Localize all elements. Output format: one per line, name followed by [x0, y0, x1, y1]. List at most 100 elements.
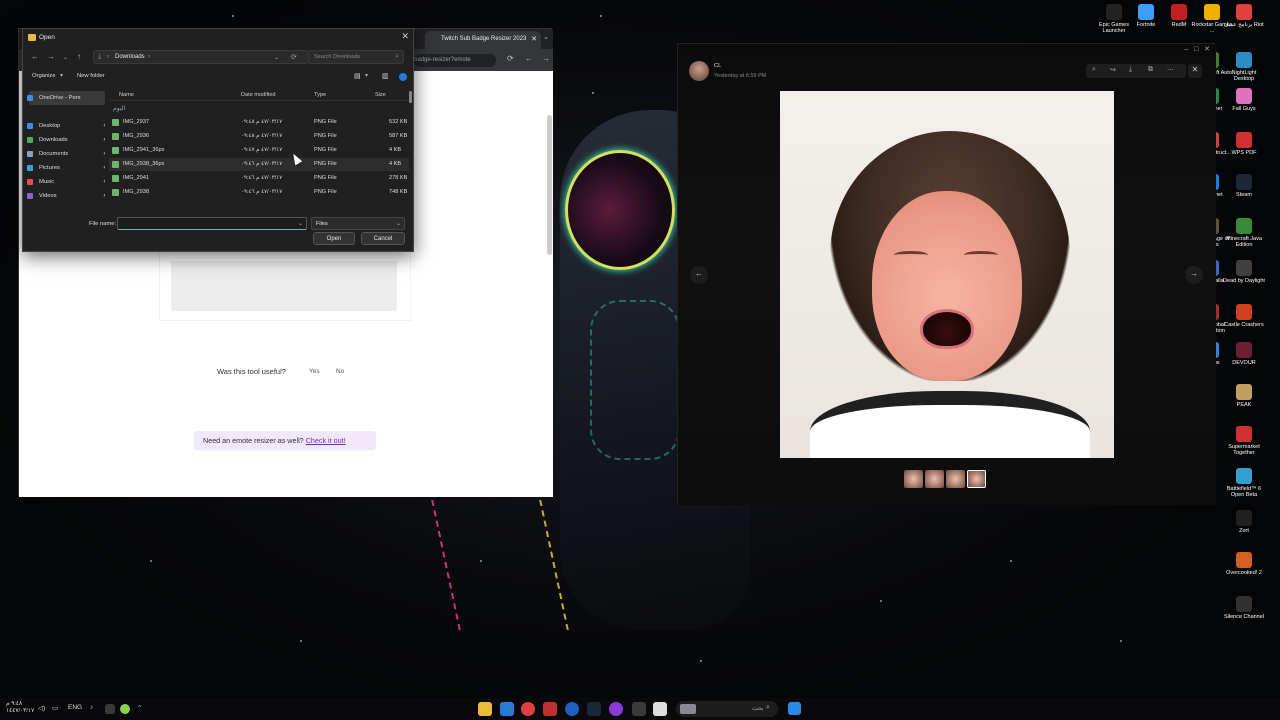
- pin-icon[interactable]: ✦: [103, 137, 105, 143]
- up-icon[interactable]: ↑: [77, 52, 81, 61]
- notepad-icon[interactable]: [500, 702, 514, 716]
- column-date[interactable]: Date modified: [241, 92, 276, 98]
- path-dropdown-icon[interactable]: ⌄: [274, 54, 279, 61]
- desktop-shortcut[interactable]: DEVOUR: [1222, 342, 1266, 366]
- url-field[interactable]: badge-resizer?emote: [414, 54, 496, 67]
- sidebar-item[interactable]: Music ✦: [27, 175, 105, 189]
- view-icon[interactable]: ▤: [354, 72, 361, 80]
- chrome-icon[interactable]: [521, 702, 535, 716]
- news-app-icon[interactable]: [543, 702, 557, 716]
- close-tab-icon[interactable]: ✕: [531, 35, 537, 43]
- desktop-shortcut[interactable]: NightLight Desktop: [1222, 52, 1266, 83]
- pin-icon[interactable]: ✦: [103, 179, 105, 185]
- discord-icon[interactable]: [609, 702, 623, 716]
- tray-app-icon[interactable]: [105, 704, 115, 714]
- microphone-icon[interactable]: ♪: [90, 704, 93, 711]
- file-explorer-icon[interactable]: [478, 702, 492, 716]
- more-icon[interactable]: ⋯: [1167, 66, 1174, 74]
- network-icon[interactable]: ▭: [52, 704, 58, 712]
- desktop-shortcut[interactable]: Fall Guys: [1222, 88, 1266, 112]
- sidebar-item[interactable]: Desktop ✦: [27, 119, 105, 133]
- desktop-shortcut[interactable]: PEAK: [1222, 384, 1266, 408]
- forward-icon[interactable]: →: [47, 52, 55, 61]
- column-name[interactable]: Name: [119, 92, 134, 98]
- search-input[interactable]: Search Downloads ⌕: [308, 50, 404, 64]
- column-type[interactable]: Type: [314, 92, 326, 98]
- recent-chevron-icon[interactable]: ⌄: [63, 54, 68, 61]
- open-external-icon[interactable]: ⧉: [1148, 66, 1153, 74]
- chevron-up-icon[interactable]: ⌃: [137, 704, 142, 712]
- file-row[interactable]: IMG_2938 ٤٧/٠٣/١٧ م ٠٩:٤٦ PNG File 748 KB: [109, 186, 409, 199]
- sidebar-item[interactable]: Downloads ✦: [27, 133, 105, 147]
- edge-icon[interactable]: [565, 702, 579, 716]
- thumbnail[interactable]: [946, 470, 965, 488]
- open-button[interactable]: Open: [313, 232, 355, 245]
- app-icon[interactable]: [632, 702, 646, 716]
- desktop-shortcut[interactable]: Minecraft Java Edition: [1222, 218, 1266, 249]
- pin-icon[interactable]: ✦: [103, 193, 105, 199]
- page-scrollbar[interactable]: [547, 115, 552, 255]
- new-folder-button[interactable]: New folder: [77, 73, 105, 79]
- maximize-icon[interactable]: □: [1194, 46, 1198, 53]
- feedback-no-button[interactable]: No: [336, 368, 344, 375]
- forward-share-icon[interactable]: ↪: [1110, 66, 1116, 74]
- feedback-yes-button[interactable]: Yes: [309, 368, 320, 375]
- thumbnail[interactable]: [925, 470, 944, 488]
- download-icon[interactable]: ⤓: [1129, 66, 1132, 74]
- chevron-down-icon[interactable]: ⌄: [298, 220, 303, 227]
- view-chevron-icon[interactable]: ▾: [365, 73, 368, 79]
- language-indicator[interactable]: ENG: [68, 704, 82, 711]
- thumbnail-active[interactable]: [967, 470, 986, 488]
- desktop-shortcut[interactable]: Castle Crashers: [1222, 304, 1266, 328]
- previous-arrow-icon[interactable]: ←: [690, 266, 708, 284]
- volume-icon[interactable]: ◁): [38, 704, 45, 712]
- file-row[interactable]: IMG_2941 ٤٧/٠٣/١٧ م ٠٩:٤٦ PNG File 278 KB: [109, 172, 409, 185]
- thumbnail[interactable]: [904, 470, 923, 488]
- app-icon[interactable]: [653, 702, 667, 716]
- file-row[interactable]: IMG_2937 ٤٧/٠٣/١٧ م ٠٩:٤٨ PNG File 532 KB: [109, 116, 409, 129]
- back-icon[interactable]: ←: [525, 54, 533, 63]
- tray-app-icon[interactable]: [120, 704, 130, 714]
- reload-icon[interactable]: ⟳: [507, 54, 514, 63]
- pin-icon[interactable]: ✦: [103, 151, 105, 157]
- file-row[interactable]: IMG_2941_36px ٤٧/٠٣/١٧ م ٠٩:٤٧ PNG File 4 K…: [109, 144, 409, 157]
- sender-name[interactable]: CL: [714, 63, 721, 69]
- pin-icon[interactable]: ✦: [103, 123, 105, 129]
- desktop-shortcut[interactable]: Zort: [1222, 510, 1266, 534]
- taskbar-search[interactable]: بحث ⌕: [676, 701, 778, 717]
- list-scrollbar[interactable]: [409, 91, 412, 103]
- cancel-button[interactable]: Cancel: [361, 232, 405, 245]
- forward-icon[interactable]: →: [542, 54, 550, 63]
- preview-pane-icon[interactable]: ▥: [382, 72, 389, 80]
- zoom-icon[interactable]: ⌕: [1092, 66, 1096, 74]
- tab-menu-chevron-icon[interactable]: ⌄: [543, 33, 549, 41]
- desktop-shortcut[interactable]: Silence Channel: [1222, 596, 1266, 620]
- minimize-icon[interactable]: –: [1184, 46, 1188, 53]
- windows-start-icon[interactable]: [788, 702, 801, 715]
- help-icon[interactable]: [399, 73, 407, 81]
- sidebar-item[interactable]: Videos ✦: [27, 189, 105, 203]
- column-size[interactable]: Size: [375, 92, 386, 98]
- desktop-shortcut[interactable]: Overcooked! 2: [1222, 552, 1266, 576]
- refresh-icon[interactable]: ⟳: [291, 53, 297, 61]
- pin-icon[interactable]: ✦: [103, 165, 105, 171]
- file-row[interactable]: IMG_2938_36px ٤٧/٠٣/١٧ م ٠٩:٤٦ PNG File 4 K…: [109, 158, 409, 171]
- desktop-shortcut[interactable]: Steam: [1222, 174, 1266, 198]
- breadcrumb-folder[interactable]: Downloads: [115, 54, 145, 60]
- file-type-select[interactable]: Files ⌄: [311, 217, 405, 230]
- back-icon[interactable]: ←: [31, 52, 39, 61]
- desktop-shortcut[interactable]: Battlefield™ 6 Open Beta: [1222, 468, 1266, 499]
- breadcrumb[interactable]: ⤓ › Downloads › ⌄ ⟳: [93, 50, 309, 64]
- file-row[interactable]: IMG_2936 ٤٧/٠٣/١٧ م ٠٩:٤٨ PNG File 587 KB: [109, 130, 409, 143]
- browser-tab[interactable]: Twitch Sub Badge Resizer 2023 ✕: [425, 31, 541, 49]
- avatar[interactable]: [689, 61, 709, 81]
- sidebar-item[interactable]: Pictures ✦: [27, 161, 105, 175]
- desktop-shortcut[interactable]: Supermarket Together: [1222, 426, 1266, 457]
- organize-button[interactable]: Organize: [32, 73, 56, 79]
- clock[interactable]: ٩:٤٨ م ١٤٤٧/٠٣/١٧: [6, 701, 34, 715]
- sidebar-item[interactable]: OneDrive - Pers: [27, 91, 105, 105]
- group-header[interactable]: اليوم: [113, 105, 125, 112]
- sidebar-item[interactable]: Documents ✦: [27, 147, 105, 161]
- desktop-shortcut[interactable]: Dead by Daylight: [1222, 260, 1266, 284]
- banner-link[interactable]: Check it out!: [306, 436, 346, 445]
